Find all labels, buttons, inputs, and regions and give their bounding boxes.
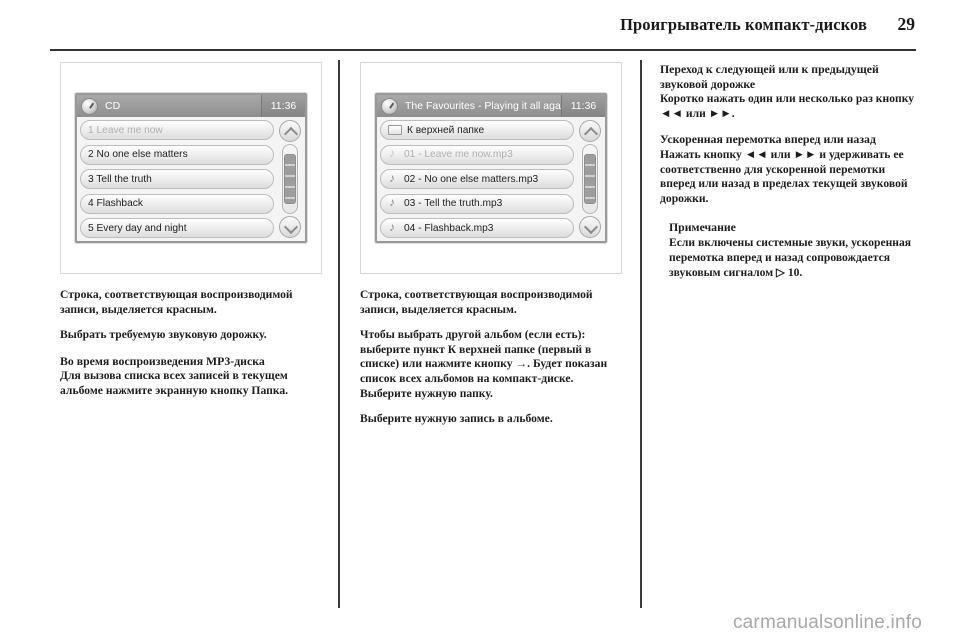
page-header: Проигрыватель компакт-дисков 29 xyxy=(50,14,915,35)
track-list: К верхней папке 01 - Leave me now.mp3 02… xyxy=(380,119,574,239)
figure-mp3-folder-list: The Favourites - Playing it all again 11… xyxy=(360,62,622,274)
column-three: Переход к следующей или к предыдущей зву… xyxy=(660,62,918,280)
music-note-icon xyxy=(388,220,400,234)
scroll-thumb[interactable] xyxy=(284,154,296,204)
track-list: 1 Leave me now 2 No one else matters 3 T… xyxy=(80,119,274,239)
note-body: Если включены системные звуки, ускоренна… xyxy=(669,236,912,279)
list-item[interactable]: 5 Every day and night xyxy=(80,218,274,238)
device-body: К верхней папке 01 - Leave me now.mp3 02… xyxy=(377,117,605,241)
column-divider-2 xyxy=(640,60,642,608)
folder-icon xyxy=(388,125,402,135)
list-item[interactable]: 02 - No one else matters.mp3 xyxy=(380,169,574,189)
device-body: 1 Leave me now 2 No one else matters 3 T… xyxy=(77,117,305,241)
col2-paragraph-1: Строка, соответствующая воспроизводимой … xyxy=(360,288,593,316)
column-one: CD 11:36 1 Leave me now 2 No one else ma… xyxy=(60,62,322,399)
music-note-icon xyxy=(388,171,400,185)
col3-heading-2: Ускоренная перемотка вперед или назад xyxy=(660,132,876,147)
list-item-label: 02 - No one else matters.mp3 xyxy=(404,173,539,185)
list-item-label: 04 - Flashback.mp3 xyxy=(404,222,494,234)
scroll-up-icon[interactable] xyxy=(579,120,601,142)
list-item[interactable]: 1 Leave me now xyxy=(80,120,274,140)
list-item-label: 03 - Tell the truth.mp3 xyxy=(404,198,503,209)
column-two: The Favourites - Playing it all again 11… xyxy=(360,62,622,427)
infotainment-screen-cd: CD 11:36 1 Leave me now 2 No one else ma… xyxy=(75,93,307,243)
page-title: Проигрыватель компакт-дисков xyxy=(620,15,867,34)
col3-paragraph-1: Коротко нажать один или несколько раз кн… xyxy=(660,92,915,120)
list-item-label: 4 Flashback xyxy=(88,198,143,209)
device-clock: 11:36 xyxy=(561,95,605,117)
note-block: Примечание Если включены системные звуки… xyxy=(660,220,918,280)
column-divider-1 xyxy=(338,60,340,608)
col1-paragraph-2: Выбрать требуемую звуковую дорожку. xyxy=(60,328,267,342)
device-title: CD xyxy=(105,100,121,112)
scrollbar[interactable] xyxy=(577,119,603,239)
list-item[interactable]: 4 Flashback xyxy=(80,193,274,214)
footer-watermark: carmanualsonline.info xyxy=(732,612,922,633)
list-item[interactable]: 3 Tell the truth xyxy=(80,169,274,189)
clock-icon xyxy=(381,97,398,115)
list-item-label: 3 Tell the truth xyxy=(88,173,152,185)
note-title: Примечание xyxy=(669,220,736,235)
col1-heading-1: Во время воспроизведения MP3-диска xyxy=(60,353,265,368)
col3-heading-1: Переход к следующей или к предыдущей зву… xyxy=(660,62,879,91)
device-title: The Favourites - Playing it all again xyxy=(405,100,561,112)
music-note-icon xyxy=(388,146,400,160)
music-note-icon xyxy=(388,195,400,209)
list-item[interactable]: 03 - Tell the truth.mp3 xyxy=(380,193,574,214)
device-titlebar: The Favourites - Playing it all again 11… xyxy=(377,95,605,117)
col1-paragraph-1: Строка, соответствующая воспроизводимой … xyxy=(60,288,293,316)
scroll-up-icon[interactable] xyxy=(279,120,301,142)
list-item-label: 5 Every day and night xyxy=(88,222,187,234)
manual-page: Проигрыватель компакт-дисков 29 CD 11:36… xyxy=(0,0,960,642)
col2-paragraph-3: Выберите нужную запись в альбоме. xyxy=(360,412,553,426)
header-divider xyxy=(50,49,916,51)
list-item[interactable]: 2 No one else matters xyxy=(80,144,274,165)
scroll-down-icon[interactable] xyxy=(279,216,301,238)
list-item[interactable]: 04 - Flashback.mp3 xyxy=(380,218,574,238)
clock-icon xyxy=(81,97,98,115)
infotainment-screen-mp3: The Favourites - Playing it all again 11… xyxy=(375,93,607,243)
col3-paragraph-2: Нажать кнопку ◄◄ или ►► и удерживать ее … xyxy=(660,147,908,205)
scroll-down-icon[interactable] xyxy=(579,216,601,238)
list-item[interactable]: 01 - Leave me now.mp3 xyxy=(380,144,574,165)
col2-paragraph-2: Чтобы выбрать другой альбом (если есть):… xyxy=(360,328,608,400)
device-titlebar: CD 11:36 xyxy=(77,95,305,117)
list-item-label: К верхней папке xyxy=(407,124,485,136)
device-clock: 11:36 xyxy=(261,95,305,117)
scroll-thumb[interactable] xyxy=(584,154,596,204)
scroll-track[interactable] xyxy=(582,144,598,214)
scrollbar[interactable] xyxy=(277,119,303,239)
list-item-label: 2 No one else matters xyxy=(88,149,188,160)
col1-paragraph-3: Для вызова списка всех записей в текущем… xyxy=(60,369,289,397)
list-item[interactable]: К верхней папке xyxy=(380,120,574,140)
figure-cd-track-list: CD 11:36 1 Leave me now 2 No one else ma… xyxy=(60,62,322,274)
list-item-label: 01 - Leave me now.mp3 xyxy=(404,149,513,160)
list-item-label: 1 Leave me now xyxy=(88,124,163,136)
scroll-track[interactable] xyxy=(282,144,298,214)
page-number: 29 xyxy=(897,14,916,34)
